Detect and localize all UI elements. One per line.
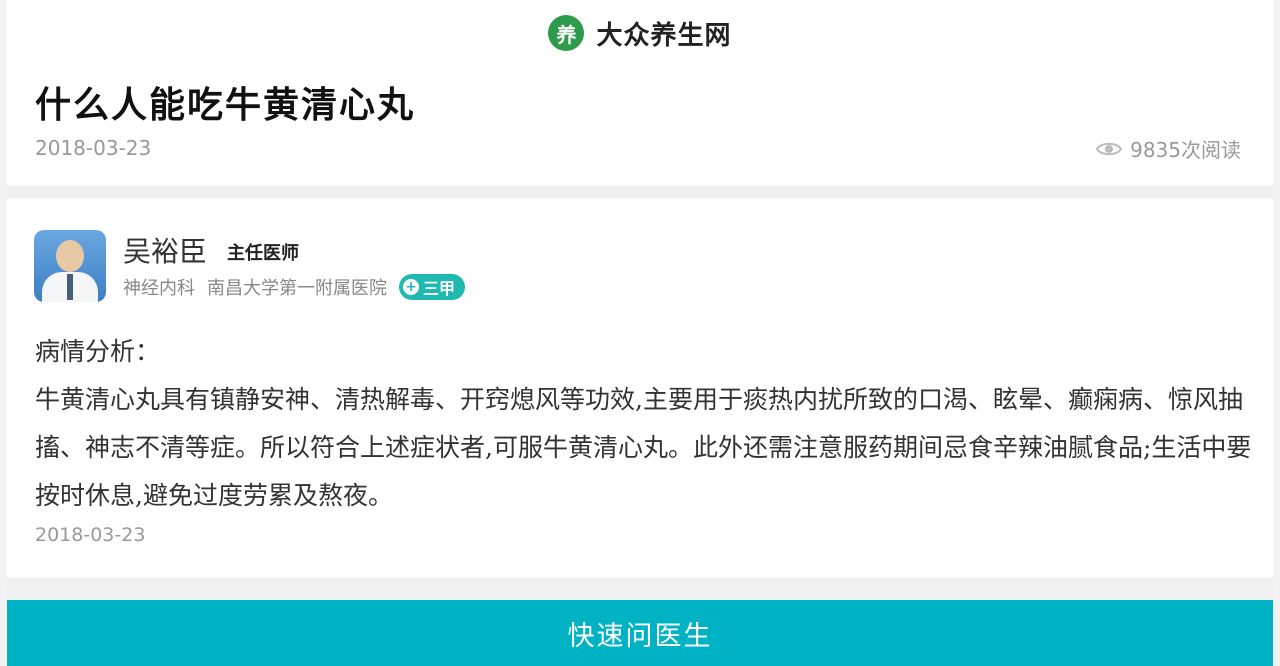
hospital-grade-label: 三甲 — [423, 279, 456, 298]
hospital-grade-badge: + 三甲 — [399, 274, 466, 300]
answer-body: 病情分析： 牛黄清心丸具有镇静安神、清热解毒、开窍熄风等功效,主要用于痰热内扰所… — [35, 328, 1257, 520]
answer-heading: 病情分析： — [35, 337, 161, 366]
article-date: 2018-03-23 — [35, 136, 152, 160]
eye-icon — [1096, 140, 1123, 158]
doctor-name[interactable]: 吴裕臣 — [123, 230, 207, 270]
doctor-title: 主任医师 — [227, 243, 299, 264]
ask-doctor-button[interactable]: 快速问医生 — [7, 600, 1273, 666]
doctor-department: 神经内科 — [123, 278, 195, 299]
leaf-logo-icon: 养 — [548, 15, 585, 51]
content-column: 养 大众养生网 什么人能吃牛黄清心丸 2018-03-23 9835次阅读 吴裕… — [7, 0, 1273, 666]
doctor-hospital: 南昌大学第一附属医院 — [207, 278, 387, 299]
avatar-tie — [67, 274, 73, 300]
answer-text: 牛黄清心丸具有镇静安神、清热解毒、开窍熄风等功效,主要用于痰热内扰所致的口渴、眩… — [35, 385, 1252, 510]
doctor-avatar[interactable] — [34, 230, 106, 302]
site-header: 养 大众养生网 — [7, 0, 1273, 66]
article-title: 什么人能吃牛黄清心丸 — [35, 84, 416, 126]
doctor-answer: 吴裕臣 主任医师 神经内科 南昌大学第一附属医院 + 三甲 病情分析： 牛黄清心… — [7, 198, 1273, 578]
answer-date: 2018-03-23 — [35, 524, 146, 546]
site-logo[interactable]: 养 大众养生网 — [548, 15, 731, 52]
plus-icon: + — [403, 279, 419, 295]
article-header: 什么人能吃牛黄清心丸 2018-03-23 9835次阅读 — [7, 66, 1273, 186]
page: 养 大众养生网 什么人能吃牛黄清心丸 2018-03-23 9835次阅读 吴裕… — [0, 0, 1280, 666]
read-count: 9835次阅读 — [1096, 134, 1241, 163]
site-name: 大众养生网 — [596, 20, 732, 51]
section-divider-bottom — [7, 578, 1273, 600]
read-count-text: 9835次阅读 — [1130, 138, 1241, 162]
doctor-meta: 神经内科 南昌大学第一附属医院 + 三甲 — [123, 274, 466, 300]
section-divider — [7, 186, 1273, 198]
avatar-head — [56, 240, 84, 272]
